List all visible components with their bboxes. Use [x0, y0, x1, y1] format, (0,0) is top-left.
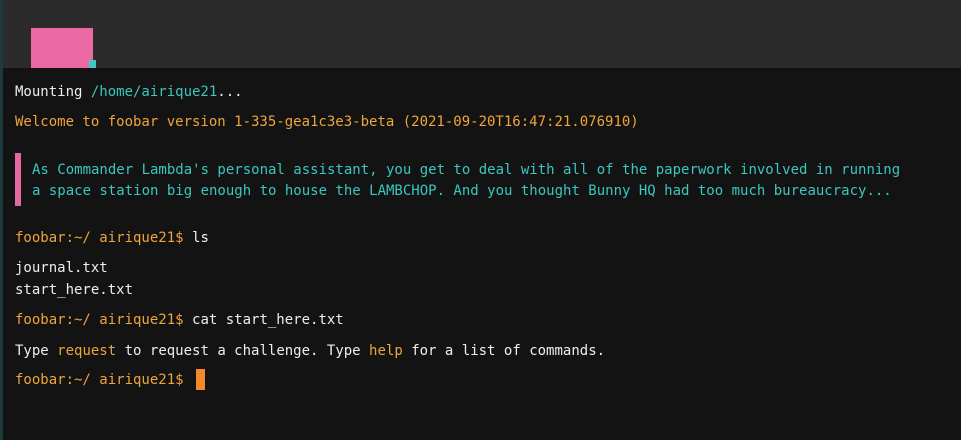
intro-line-1: As Commander Lambda's personal assistant…: [32, 162, 901, 178]
help-keyword: help: [369, 343, 403, 359]
terminal-cursor[interactable]: [196, 369, 205, 390]
foobar-logo-block: [31, 28, 93, 69]
help-text-part: for a list of commands.: [402, 343, 606, 359]
prompt: foobar:~/ airique21$: [15, 230, 184, 246]
mount-suffix: ...: [217, 84, 243, 100]
command-line-ls: foobar:~/ airique21$ ls: [15, 228, 209, 248]
help-text-part: to request a challenge. Type: [116, 343, 370, 359]
help-text-part: Type: [15, 343, 58, 359]
output-file: start_here.txt: [15, 282, 134, 298]
top-bar: [3, 0, 961, 68]
command-text: cat start_here.txt: [192, 312, 344, 328]
prompt: foobar:~/ airique21$: [15, 312, 184, 328]
intro-line-2: a space station big enough to house the …: [32, 183, 892, 199]
output-file: journal.txt: [15, 260, 108, 276]
request-keyword: request: [57, 343, 117, 359]
prompt: foobar:~/ airique21$: [15, 372, 184, 388]
welcome-line: Welcome to foobar version 1-335-gea1c3e3…: [15, 114, 639, 130]
quote-bar: [15, 153, 21, 206]
help-line: Type request to request a challenge. Typ…: [15, 341, 605, 361]
mount-line: Mounting /home/airique21...: [15, 82, 243, 102]
command-line-cat: foobar:~/ airique21$ cat start_here.txt: [15, 310, 344, 330]
mount-path: /home/airique21: [90, 84, 218, 100]
active-prompt-line[interactable]: foobar:~/ airique21$: [15, 370, 184, 390]
mount-prefix: Mounting: [15, 84, 91, 100]
command-text: ls: [192, 230, 209, 246]
